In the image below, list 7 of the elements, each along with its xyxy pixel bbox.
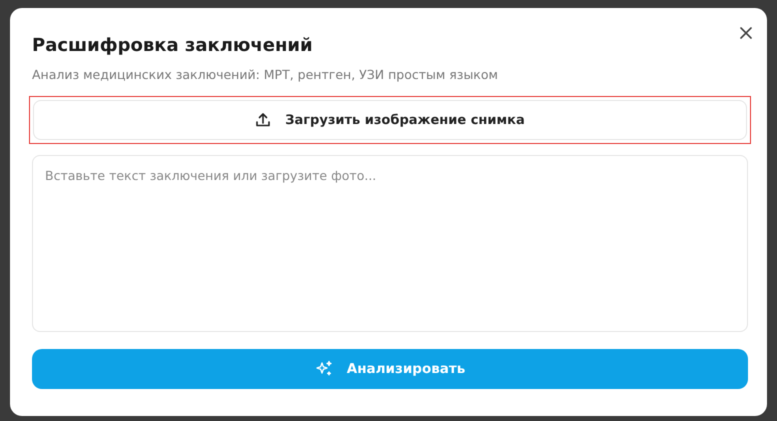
dialog-subtitle: Анализ медицинских заключений: МРТ, рентген, УЗИ простым языком [32,66,499,84]
close-icon[interactable] [739,26,753,40]
upload-icon [255,112,272,128]
report-input-field[interactable]: Вставьте текст заключения или загрузите фото... [32,155,748,332]
upload-button[interactable]: Загрузить изображение снимка [33,100,747,140]
dialog-title: Расшифровка заключений [32,34,314,58]
sparkle-icon [314,360,333,378]
